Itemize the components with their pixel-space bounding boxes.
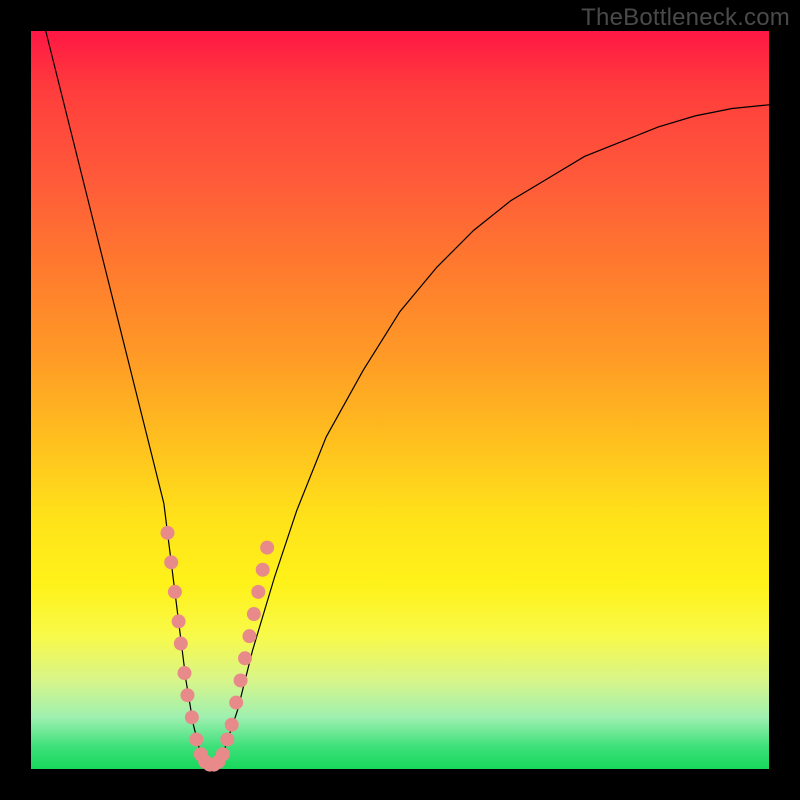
data-marker — [251, 585, 265, 599]
data-marker — [247, 607, 261, 621]
marker-group — [161, 526, 275, 772]
data-marker — [256, 563, 270, 577]
data-marker — [225, 718, 239, 732]
chart-frame: TheBottleneck.com — [0, 0, 800, 800]
data-marker — [185, 710, 199, 724]
plot-area — [31, 31, 769, 769]
data-marker — [168, 585, 182, 599]
data-marker — [164, 555, 178, 569]
data-marker — [172, 614, 186, 628]
data-marker — [189, 732, 203, 746]
bottleneck-curve — [46, 31, 769, 765]
data-marker — [234, 673, 248, 687]
data-marker — [180, 688, 194, 702]
data-marker — [216, 747, 230, 761]
data-marker — [238, 651, 252, 665]
data-marker — [229, 696, 243, 710]
curve-svg — [31, 31, 769, 769]
data-marker — [174, 637, 188, 651]
data-marker — [242, 629, 256, 643]
data-marker — [161, 526, 175, 540]
data-marker — [260, 541, 274, 555]
data-marker — [220, 732, 234, 746]
data-marker — [178, 666, 192, 680]
watermark-text: TheBottleneck.com — [581, 4, 790, 32]
